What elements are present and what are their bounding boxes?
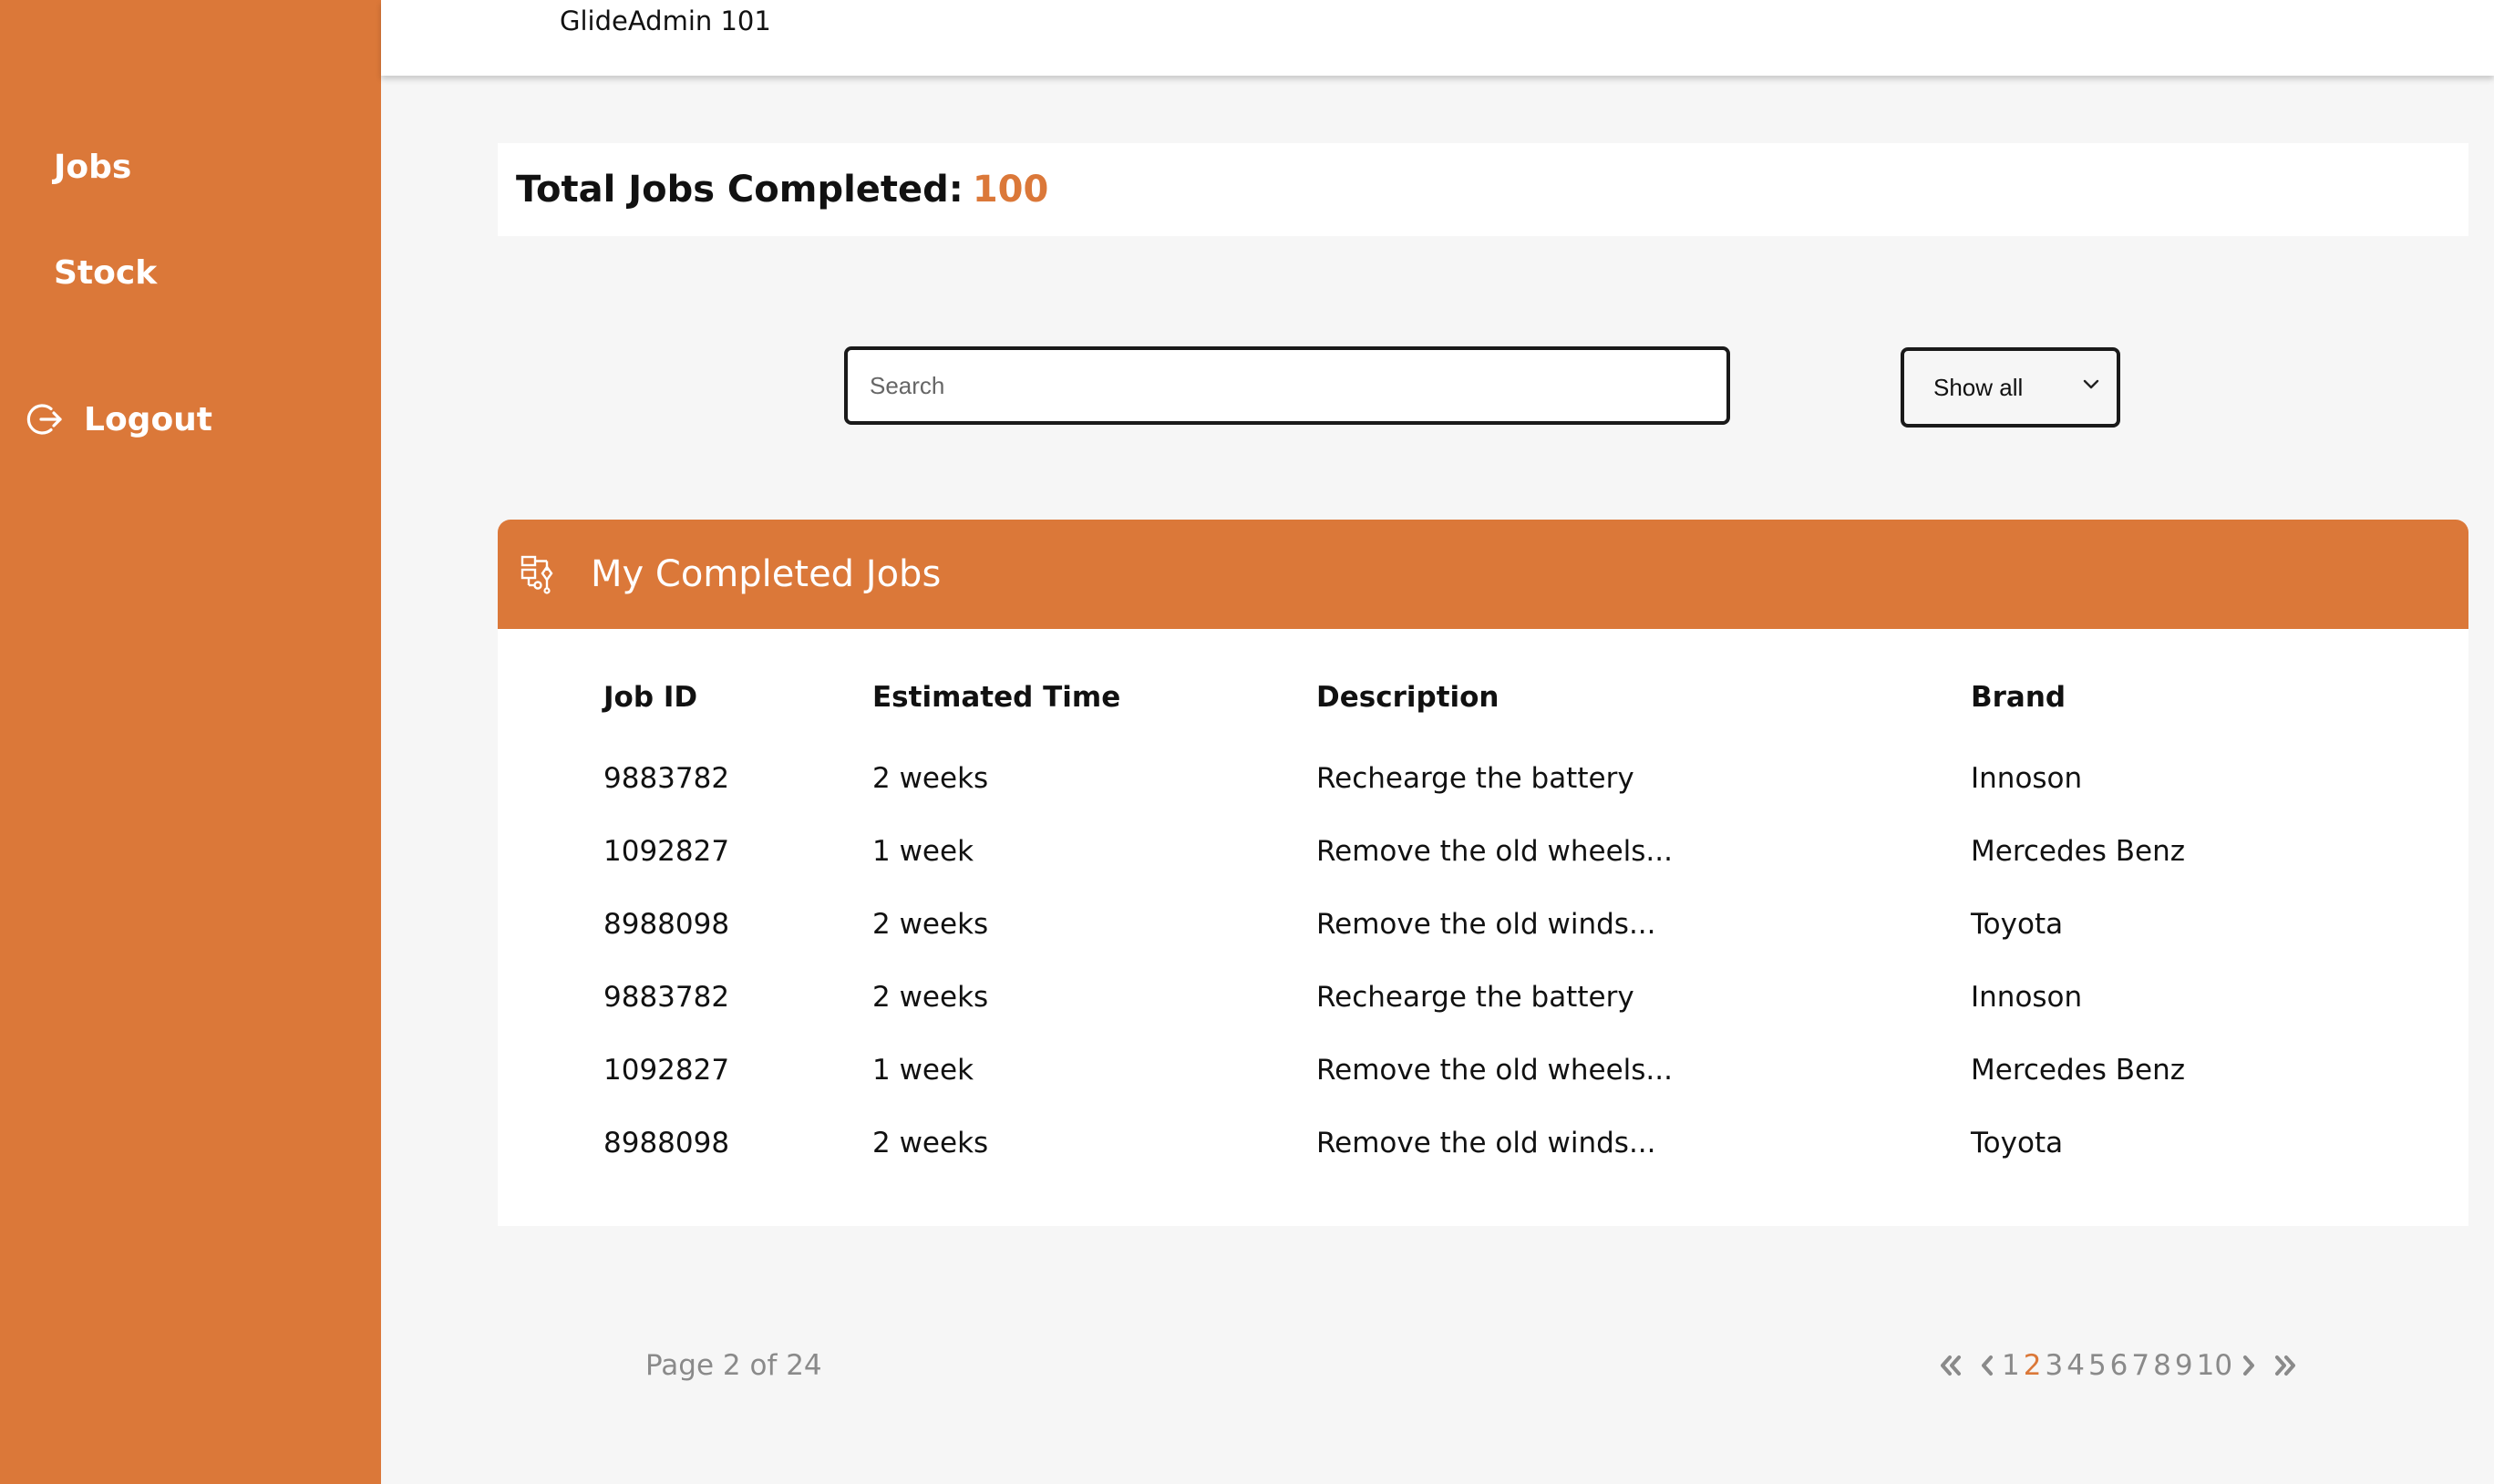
cell-job-id: 1092827 bbox=[603, 835, 730, 868]
completed-jobs-title: My Completed Jobs bbox=[591, 553, 942, 595]
total-jobs-card: Total Jobs Completed: 100 bbox=[498, 143, 2468, 236]
page-10-button[interactable]: 10 bbox=[2197, 1349, 2232, 1382]
next-page-button[interactable] bbox=[2242, 1355, 2256, 1376]
app-title: GlideAdmin 101 bbox=[560, 5, 771, 36]
sidebar-item-label: Jobs bbox=[54, 149, 132, 186]
page-4-button[interactable]: 4 bbox=[2066, 1349, 2085, 1382]
column-header-job-id: Job ID bbox=[603, 681, 698, 714]
cell-description: Remove the old winds... bbox=[1316, 908, 1656, 941]
pagination: 1 2 3 4 5 6 7 8 9 10 bbox=[1938, 1347, 2298, 1384]
page-info: Page 2 of 24 bbox=[645, 1349, 822, 1382]
chevron-right-icon bbox=[2243, 1355, 2255, 1376]
cell-estimated-time: 2 weeks bbox=[872, 908, 989, 941]
cell-brand: Toyota bbox=[1971, 908, 2064, 941]
total-jobs-value: 100 bbox=[972, 169, 1049, 211]
cell-description: Rechearge the battery bbox=[1316, 762, 1634, 795]
last-page-button[interactable] bbox=[2272, 1355, 2298, 1376]
page-3-button[interactable]: 3 bbox=[2045, 1349, 2063, 1382]
page-2-button[interactable]: 2 bbox=[2024, 1349, 2042, 1382]
top-bar: GlideAdmin 101 bbox=[381, 0, 2494, 76]
filter-select[interactable]: Show all bbox=[1901, 347, 2120, 428]
cell-description: Rechearge the battery bbox=[1316, 981, 1634, 1014]
cell-estimated-time: 1 week bbox=[872, 1054, 974, 1087]
completed-jobs-header: My Completed Jobs bbox=[498, 520, 2468, 629]
column-header-estimated-time: Estimated Time bbox=[872, 681, 1121, 714]
cell-job-id: 9883782 bbox=[603, 762, 730, 795]
chevron-left-icon bbox=[1982, 1355, 1993, 1376]
logout-icon bbox=[26, 404, 62, 435]
logout-button[interactable]: Logout bbox=[26, 400, 212, 438]
cell-brand: Mercedes Benz bbox=[1971, 1054, 2186, 1087]
chevron-down-icon bbox=[2083, 379, 2099, 389]
double-chevron-left-icon bbox=[1941, 1355, 1961, 1376]
page-8-button[interactable]: 8 bbox=[2153, 1349, 2171, 1382]
column-header-description: Description bbox=[1316, 681, 1499, 714]
filter-selected-value: Show all bbox=[1933, 373, 2024, 401]
completed-jobs-card: My Completed Jobs Job ID Estimated Time … bbox=[498, 520, 2468, 1226]
page-6-button[interactable]: 6 bbox=[2110, 1349, 2128, 1382]
cell-estimated-time: 1 week bbox=[872, 835, 974, 868]
cell-estimated-time: 2 weeks bbox=[872, 1127, 989, 1159]
page-5-button[interactable]: 5 bbox=[2088, 1349, 2107, 1382]
total-jobs-label: Total Jobs Completed: bbox=[516, 169, 964, 211]
cell-job-id: 1092827 bbox=[603, 1054, 730, 1087]
cell-brand: Toyota bbox=[1971, 1127, 2064, 1159]
page-9-button[interactable]: 9 bbox=[2175, 1349, 2193, 1382]
sidebar: Jobs Stock Logout bbox=[0, 0, 381, 1484]
prev-page-button[interactable] bbox=[1980, 1355, 1994, 1376]
column-header-brand: Brand bbox=[1971, 681, 2066, 714]
cell-description: Remove the old winds... bbox=[1316, 1127, 1656, 1159]
page-1-button[interactable]: 1 bbox=[2002, 1349, 2020, 1382]
first-page-button[interactable] bbox=[1938, 1355, 1963, 1376]
cell-estimated-time: 2 weeks bbox=[872, 762, 989, 795]
logout-label: Logout bbox=[84, 400, 213, 438]
search-input[interactable] bbox=[844, 346, 1730, 425]
sidebar-item-jobs[interactable]: Jobs bbox=[54, 149, 131, 186]
cell-job-id: 9883782 bbox=[603, 981, 730, 1014]
cell-description: Remove the old wheels... bbox=[1316, 835, 1673, 868]
double-chevron-right-icon bbox=[2275, 1355, 2296, 1376]
sidebar-item-stock[interactable]: Stock bbox=[54, 254, 157, 292]
cell-brand: Innoson bbox=[1971, 981, 2083, 1014]
cell-brand: Innoson bbox=[1971, 762, 2083, 795]
cell-estimated-time: 2 weeks bbox=[872, 981, 989, 1014]
workflow-icon bbox=[520, 555, 553, 594]
sidebar-item-label: Stock bbox=[54, 254, 158, 292]
cell-description: Remove the old wheels... bbox=[1316, 1054, 1673, 1087]
cell-job-id: 8988098 bbox=[603, 1127, 730, 1159]
cell-job-id: 8988098 bbox=[603, 908, 730, 941]
page-7-button[interactable]: 7 bbox=[2131, 1349, 2149, 1382]
cell-brand: Mercedes Benz bbox=[1971, 835, 2186, 868]
